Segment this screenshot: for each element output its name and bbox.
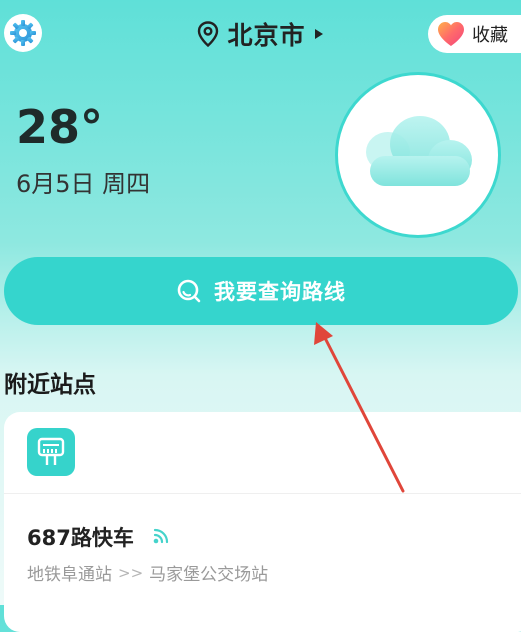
route-from: 地铁阜通站 xyxy=(27,565,112,585)
nearby-title: 附近站点 xyxy=(4,372,96,398)
city-name: 北京市 xyxy=(227,21,306,50)
favorite-button[interactable]: 收藏 xyxy=(428,15,521,53)
route-separator: >> xyxy=(118,563,144,582)
search-label: 我要查询路线 xyxy=(214,280,346,304)
location-pin-icon xyxy=(198,21,219,47)
signal-icon xyxy=(153,528,169,544)
route-stops: 地铁阜通站 >> 马家堡公交场站 xyxy=(27,560,269,586)
weather-badge xyxy=(335,72,501,238)
search-icon xyxy=(177,279,201,303)
heart-icon xyxy=(438,22,464,46)
route-name[interactable]: 687路快车 xyxy=(27,522,134,552)
bus-stop-icon xyxy=(37,437,65,465)
route-to: 马家堡公交场站 xyxy=(149,565,269,585)
date-weekday: 6月5日 周四 xyxy=(16,170,151,198)
card-divider xyxy=(4,493,521,494)
triangle-right-icon xyxy=(314,29,323,39)
temperature: 28° xyxy=(16,100,104,154)
route-search-button[interactable]: 我要查询路线 xyxy=(4,257,518,325)
cloud-icon xyxy=(366,116,472,186)
bus-stop-badge xyxy=(27,428,75,476)
favorite-label: 收藏 xyxy=(472,25,508,46)
